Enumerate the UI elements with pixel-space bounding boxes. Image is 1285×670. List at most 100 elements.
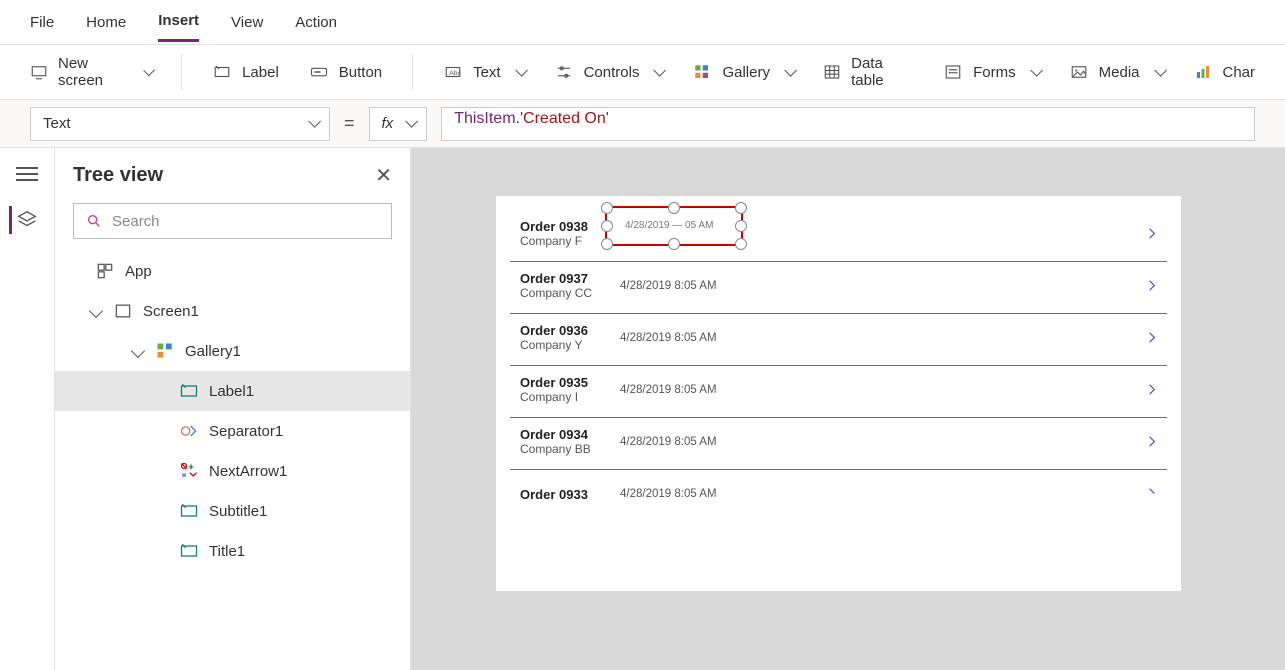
- button-button[interactable]: Button: [309, 62, 382, 82]
- media-button[interactable]: Media: [1069, 62, 1163, 82]
- gallery-icon: [692, 62, 712, 82]
- controls-button[interactable]: Controls: [554, 62, 663, 82]
- tree-node-label: Separator1: [209, 423, 283, 440]
- row-subtitle: Company CC: [520, 286, 620, 300]
- tree-node-label: Gallery1: [185, 343, 241, 360]
- menu-insert[interactable]: Insert: [158, 2, 199, 42]
- formula-token-object: ThisItem: [454, 110, 515, 127]
- label-icon: [179, 541, 199, 561]
- tree-node-title1[interactable]: Title1: [55, 531, 410, 571]
- selection-handles[interactable]: [607, 208, 741, 244]
- gallery-row[interactable]: Order 0933 4/28/2019 8:05 AM: [510, 470, 1167, 522]
- tree-node-separator1[interactable]: Separator1: [55, 411, 410, 451]
- gallery-row[interactable]: Order 0937 Company CC 4/28/2019 8:05 AM: [510, 262, 1167, 314]
- next-arrow[interactable]: [1145, 278, 1159, 297]
- screen-icon: [30, 62, 48, 82]
- tree-node-label: App: [125, 263, 152, 280]
- next-arrow[interactable]: [1145, 434, 1159, 453]
- left-rail: [0, 148, 55, 670]
- tree-node-label1[interactable]: Label1: [55, 371, 410, 411]
- chevron-down-icon: [308, 115, 321, 128]
- controls-icon: [554, 62, 574, 82]
- data-table-button[interactable]: Data table: [823, 55, 913, 89]
- tree-node-app[interactable]: App: [55, 251, 410, 291]
- data-table-btn-label: Data table: [851, 55, 913, 89]
- tree-node-nextarrow1[interactable]: NextArrow1: [55, 451, 410, 491]
- menu-home[interactable]: Home: [86, 4, 126, 41]
- expand-icon[interactable]: [89, 304, 103, 318]
- formula-input[interactable]: ThisItem.'Created On': [441, 107, 1255, 141]
- fx-button[interactable]: fx: [369, 107, 428, 141]
- label-button[interactable]: Label: [212, 62, 279, 82]
- gallery-row[interactable]: Order 0938 Company F 4/28/2019 — 05 AM: [510, 210, 1167, 262]
- property-value: Text: [43, 115, 71, 132]
- tree-header: Tree view ✕: [55, 148, 410, 203]
- close-icon[interactable]: ✕: [375, 163, 392, 188]
- expand-icon[interactable]: [131, 344, 145, 358]
- gallery-button[interactable]: Gallery: [692, 62, 793, 82]
- menu-file[interactable]: File: [30, 4, 54, 41]
- tree-node-label: NextArrow1: [209, 463, 287, 480]
- tree-view-rail-button[interactable]: [15, 210, 39, 230]
- chevron-down-icon: [405, 115, 418, 128]
- tree-panel: Tree view ✕ App Screen1 Galle: [55, 148, 411, 670]
- menubar: File Home Insert View Action: [0, 0, 1285, 45]
- row-date: 4/28/2019 8:05 AM: [620, 488, 717, 500]
- search-input[interactable]: [112, 213, 379, 230]
- table-icon: [823, 62, 841, 82]
- tree-node-screen1[interactable]: Screen1: [55, 291, 410, 331]
- row-title: Order 0937: [520, 271, 620, 286]
- search-icon: [86, 213, 102, 229]
- chevron-down-icon: [143, 64, 155, 76]
- gallery-control[interactable]: Order 0938 Company F 4/28/2019 — 05 AM: [496, 196, 1181, 536]
- device-frame[interactable]: Order 0938 Company F 4/28/2019 — 05 AM: [496, 196, 1181, 591]
- selected-label1[interactable]: 4/28/2019 — 05 AM: [605, 206, 743, 246]
- forms-button[interactable]: Forms: [943, 62, 1039, 82]
- label-icon: [179, 501, 199, 521]
- row-title: Order 0933: [520, 487, 620, 502]
- controls-btn-label: Controls: [584, 64, 640, 81]
- tree-node-gallery1[interactable]: Gallery1: [55, 331, 410, 371]
- button-icon: [309, 62, 329, 82]
- tree-title: Tree view: [73, 164, 163, 187]
- gallery-btn-label: Gallery: [722, 64, 770, 81]
- row-subtitle: Company Y: [520, 338, 620, 352]
- layers-icon: [16, 209, 38, 231]
- formula-token-prop: 'Created On': [520, 110, 609, 127]
- row-title: Order 0935: [520, 375, 620, 390]
- menu-action[interactable]: Action: [295, 4, 337, 41]
- media-btn-label: Media: [1099, 64, 1140, 81]
- text-button[interactable]: Abc Text: [443, 62, 524, 82]
- row-subtitle: Company I: [520, 390, 620, 404]
- next-arrow[interactable]: [1145, 330, 1159, 349]
- property-dropdown[interactable]: Text: [30, 107, 330, 141]
- tree-node-label: Title1: [209, 543, 245, 560]
- new-screen-button[interactable]: New screen: [30, 55, 151, 89]
- chart-icon: [1193, 62, 1213, 82]
- chart-button[interactable]: Char: [1193, 62, 1256, 82]
- tree: App Screen1 Gallery1 Label1 Separator1: [55, 251, 410, 670]
- gallery-row[interactable]: Order 0935 Company I 4/28/2019 8:05 AM: [510, 366, 1167, 418]
- tree-node-subtitle1[interactable]: Subtitle1: [55, 491, 410, 531]
- gallery-row[interactable]: Order 0934 Company BB 4/28/2019 8:05 AM: [510, 418, 1167, 470]
- next-arrow[interactable]: [1145, 226, 1159, 245]
- separator-icon: [179, 421, 199, 441]
- hamburger-button[interactable]: [15, 164, 39, 184]
- row-title: Order 0934: [520, 427, 620, 442]
- label-icon: [179, 381, 199, 401]
- label-btn-label: Label: [242, 64, 279, 81]
- main-area: Tree view ✕ App Screen1 Galle: [0, 148, 1285, 670]
- canvas[interactable]: Order 0938 Company F 4/28/2019 — 05 AM: [411, 148, 1285, 670]
- gallery-row[interactable]: Order 0936 Company Y 4/28/2019 8:05 AM: [510, 314, 1167, 366]
- next-arrow[interactable]: [1145, 487, 1159, 506]
- next-arrow[interactable]: [1145, 382, 1159, 401]
- svg-text:Abc: Abc: [449, 70, 461, 77]
- new-screen-label: New screen: [58, 55, 129, 89]
- search-box[interactable]: [73, 203, 392, 239]
- menu-view[interactable]: View: [231, 4, 263, 41]
- row-title: Order 0936: [520, 323, 620, 338]
- forms-icon: [943, 62, 963, 82]
- tree-node-label: Subtitle1: [209, 503, 267, 520]
- text-btn-label: Text: [473, 64, 501, 81]
- button-btn-label: Button: [339, 64, 382, 81]
